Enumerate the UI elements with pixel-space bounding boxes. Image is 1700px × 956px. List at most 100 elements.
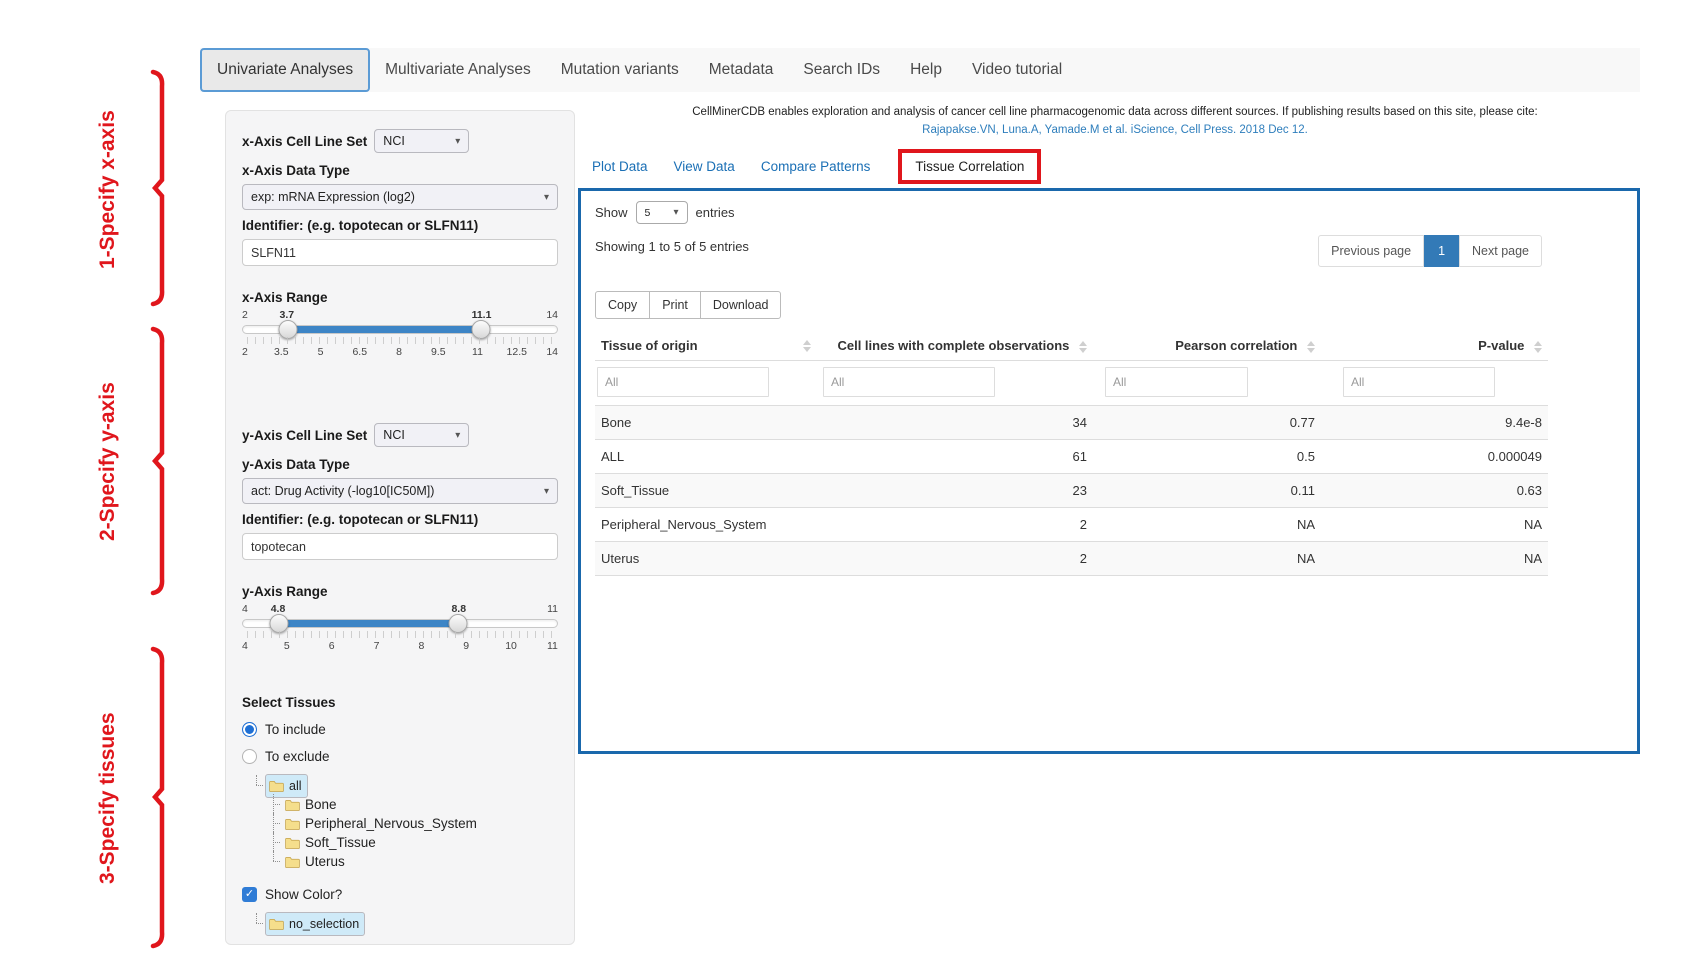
tree-node-label: Peripheral_Nervous_System (305, 816, 477, 831)
column-header-cell-lines[interactable]: Cell lines with complete observations (823, 331, 1093, 361)
filter-cell-lines-input[interactable] (823, 367, 995, 397)
y-range-track[interactable] (242, 619, 558, 628)
x-cell-line-set-select[interactable]: NCI ▾ (374, 129, 469, 153)
x-identifier-label: Identifier: (e.g. topotecan or SLFN11) (242, 218, 558, 233)
page-size-value: 5 (645, 207, 651, 219)
chevron-down-icon: ▾ (674, 207, 679, 218)
tab-multivariate-analyses[interactable]: Multivariate Analyses (370, 48, 546, 92)
tick: 14 (544, 346, 558, 358)
subtab-tissue-correlation[interactable]: Tissue Correlation (898, 149, 1041, 184)
column-header-pearson-correlation[interactable]: Pearson correlation (1093, 331, 1321, 361)
table-row[interactable]: Soft_Tissue 23 0.11 0.63 (595, 474, 1548, 508)
folder-icon (269, 918, 284, 930)
sort-icon[interactable] (803, 340, 811, 352)
subtab-compare-patterns[interactable]: Compare Patterns (761, 159, 871, 174)
tree-node-no-selection[interactable]: no_selection (265, 912, 365, 936)
y-cell-line-set-select[interactable]: NCI ▾ (374, 423, 469, 447)
x-range-track[interactable] (242, 325, 558, 334)
previous-page-button[interactable]: Previous page (1318, 235, 1424, 267)
tree-node-uterus[interactable]: Uterus (282, 853, 350, 870)
y-range-slider[interactable]: 4 4.8 8.8 11 4 5 6 7 8 9 10 11 (242, 603, 558, 665)
cell-p-value: 9.4e-8 (1321, 406, 1548, 440)
y-range-fill (279, 620, 459, 627)
tree-connector (265, 833, 282, 852)
x-data-type-select[interactable]: exp: mRNA Expression (log2) ▾ (242, 184, 558, 210)
tree-node-label: Soft_Tissue (305, 835, 376, 850)
tree-connector (265, 795, 282, 814)
y-range-tickmarks (247, 631, 553, 638)
citation-link[interactable]: Rajapakse.VN, Luna.A, Yamade.M et al. iS… (600, 124, 1630, 136)
column-header-label: Pearson correlation (1175, 338, 1297, 353)
table-row[interactable]: Bone 34 0.77 9.4e-8 (595, 406, 1548, 440)
tab-metadata[interactable]: Metadata (694, 48, 789, 92)
y-range-tick-labels: 4 5 6 7 8 9 10 11 (242, 640, 558, 652)
show-color-label: Show Color? (265, 887, 342, 902)
table-row[interactable]: Peripheral_Nervous_System 2 NA NA (595, 508, 1548, 542)
y-cell-line-set-value: NCI (383, 428, 405, 442)
y-data-type-label: y-Axis Data Type (242, 457, 558, 472)
tab-search-ids[interactable]: Search IDs (788, 48, 895, 92)
sort-icon[interactable] (1079, 341, 1087, 353)
tree-node-all[interactable]: all (265, 774, 308, 798)
tissue-tree: all Bone Peripheral_Nervous_System (248, 776, 558, 871)
tab-mutation-variants[interactable]: Mutation variants (546, 48, 694, 92)
y-identifier-input[interactable] (242, 533, 558, 560)
tab-video-tutorial[interactable]: Video tutorial (957, 48, 1077, 92)
y-data-type-select[interactable]: act: Drug Activity (-log10[IC50M]) ▾ (242, 478, 558, 504)
tree-node-soft-tissue[interactable]: Soft_Tissue (282, 834, 381, 851)
filter-pearson-input[interactable] (1105, 367, 1248, 397)
next-page-button[interactable]: Next page (1459, 235, 1542, 267)
tree-connector (265, 852, 282, 871)
column-header-label: Tissue of origin (601, 338, 698, 353)
column-header-label: Cell lines with complete observations (837, 338, 1069, 353)
sort-icon[interactable] (1307, 341, 1315, 353)
tick: 8 (387, 346, 411, 358)
y-range-min: 4 (242, 603, 248, 615)
tick: 7 (365, 640, 389, 652)
annotation-step2: 2-Specify y-axis (96, 352, 120, 572)
folder-icon (285, 837, 300, 849)
x-range-slider[interactable]: 2 3.7 11.1 14 2 3.5 5 6.5 8 9.5 11 12.5 … (242, 309, 558, 371)
subtab-plot-data[interactable]: Plot Data (592, 159, 648, 174)
tree-node-label: no_selection (289, 917, 359, 931)
table-row[interactable]: Uterus 2 NA NA (595, 542, 1548, 576)
cell-observations: 23 (823, 474, 1093, 508)
tick: 9.5 (426, 346, 450, 358)
print-button[interactable]: Print (649, 291, 701, 319)
to-exclude-label: To exclude (265, 749, 330, 764)
show-color-checkbox[interactable]: ✓ (242, 887, 257, 902)
page-number-button[interactable]: 1 (1424, 235, 1459, 267)
tick: 8 (409, 640, 433, 652)
x-range-max: 14 (546, 309, 558, 321)
x-identifier-input[interactable] (242, 239, 558, 266)
to-include-radio[interactable] (242, 722, 257, 737)
page-size-select[interactable]: 5 ▾ (636, 201, 688, 224)
copy-button[interactable]: Copy (595, 291, 650, 319)
folder-icon (285, 856, 300, 868)
tick: 3.5 (269, 346, 293, 358)
tab-univariate-analyses[interactable]: Univariate Analyses (200, 48, 370, 92)
folder-icon (269, 780, 284, 792)
settings-sidebar: x-Axis Cell Line Set NCI ▾ x-Axis Data T… (225, 110, 575, 945)
tab-help[interactable]: Help (895, 48, 957, 92)
table-row[interactable]: ALL 61 0.5 0.000049 (595, 440, 1548, 474)
filter-tissue-input[interactable] (597, 367, 769, 397)
download-button[interactable]: Download (700, 291, 782, 319)
to-exclude-radio[interactable] (242, 749, 257, 764)
column-header-p-value[interactable]: P-value (1321, 331, 1548, 361)
cell-observations: 2 (823, 508, 1093, 542)
sort-icon[interactable] (1534, 341, 1542, 353)
chevron-down-icon: ▾ (544, 192, 549, 203)
tree-connector (265, 814, 282, 833)
annotation-step1: 1-Specify x-axis (96, 84, 120, 296)
tree-node-peripheral-nervous-system[interactable]: Peripheral_Nervous_System (282, 815, 482, 832)
annotation-step3: 3-Specify tissues (96, 682, 120, 914)
cell-p-value: 0.63 (1321, 474, 1548, 508)
filter-p-value-input[interactable] (1343, 367, 1495, 397)
tick: 12.5 (505, 346, 529, 358)
tree-node-bone[interactable]: Bone (282, 796, 342, 813)
subtab-view-data[interactable]: View Data (674, 159, 735, 174)
chevron-down-icon: ▾ (544, 486, 549, 497)
column-header-tissue-of-origin[interactable]: Tissue of origin (595, 331, 823, 361)
tissue-correlation-panel: Show 5 ▾ entries Showing 1 to 5 of 5 ent… (578, 188, 1640, 754)
